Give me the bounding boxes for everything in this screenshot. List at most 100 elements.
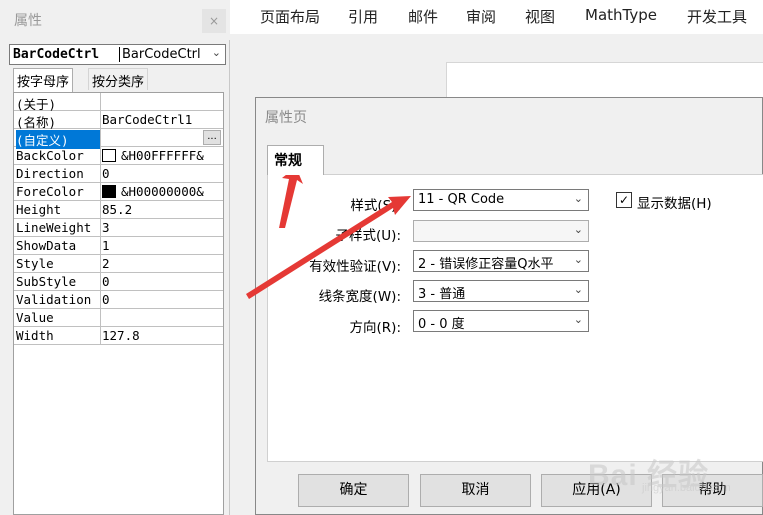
style-value: 11 - QR Code	[418, 192, 505, 207]
property-name: Value	[16, 310, 54, 325]
property-value[interactable]: &H00FFFFFF&	[121, 148, 239, 163]
lineweight-label: 线条宽度(W):	[318, 289, 401, 305]
column-divider	[100, 201, 101, 219]
direction-dropdown[interactable]: 0 - 0 度 ⌄	[413, 310, 589, 332]
property-value[interactable]: 2	[102, 256, 220, 271]
baidu-watermark: Bai 经验 jingyan.baidu.com	[588, 440, 758, 500]
object-type: BarCodeCtrl	[122, 47, 201, 62]
property-value[interactable]: 3	[102, 220, 220, 235]
property-row[interactable]: LineWeight 3	[14, 219, 223, 237]
property-value[interactable]: 0	[102, 274, 220, 289]
checkmark-icon: ✓	[618, 193, 630, 207]
property-value[interactable]: BarCodeCtrl1	[102, 112, 220, 127]
property-grid: (关于) (名称) BarCodeCtrl1 (自定义)... BackColor &H0…	[13, 92, 224, 515]
cancel-button[interactable]: 取消	[420, 474, 531, 507]
property-row[interactable]: Width 127.8	[14, 327, 223, 345]
ribbon-tab-review[interactable]: 审阅	[466, 6, 496, 27]
lineweight-value: 3 - 普通	[418, 287, 466, 302]
show-data-label: 显示数据(H)	[637, 196, 712, 212]
ribbon-tab-references[interactable]: 引用	[348, 6, 378, 27]
property-name: Validation	[16, 292, 92, 307]
substyle-dropdown[interactable]: ⌄	[413, 220, 589, 242]
property-value[interactable]: &H00000000&	[121, 184, 239, 199]
column-divider	[100, 309, 101, 327]
property-row[interactable]: SubStyle 0	[14, 273, 223, 291]
column-divider	[100, 291, 101, 309]
properties-panel: 属性 × BarCodeCtrl BarCodeCtrl ⌄ 按字母序 按分类序…	[0, 0, 230, 515]
property-name: BackColor	[16, 148, 84, 163]
column-divider	[100, 111, 101, 129]
property-row[interactable]: Direction 0	[14, 165, 223, 183]
property-row[interactable]: ShowData 1	[14, 237, 223, 255]
tab-general[interactable]: 常规	[267, 145, 324, 175]
property-name: SubStyle	[16, 274, 77, 289]
object-separator	[119, 47, 120, 62]
substyle-label: 子样式(U):	[335, 228, 401, 244]
chevron-down-icon: ⌄	[573, 192, 583, 205]
properties-titlebar: 属性 ×	[0, 0, 230, 40]
property-row[interactable]: ForeColor &H00000000&	[14, 183, 223, 201]
chevron-down-icon: ⌄	[573, 253, 583, 266]
column-divider	[100, 327, 101, 345]
ok-button[interactable]: 确定	[298, 474, 409, 507]
watermark-sub: jingyan.baidu.com	[642, 482, 731, 494]
dialog-title: 属性页	[265, 110, 307, 126]
property-row[interactable]: Value	[14, 309, 223, 327]
property-value[interactable]: 1	[102, 238, 220, 253]
color-swatch	[102, 149, 116, 162]
validation-label: 有效性验证(V):	[309, 259, 401, 275]
property-value[interactable]: 85.2	[102, 202, 220, 217]
column-divider	[100, 219, 101, 237]
chevron-down-icon: ⌄	[573, 283, 583, 296]
column-divider	[100, 147, 101, 165]
column-divider	[100, 273, 101, 291]
property-row[interactable]: (名称) BarCodeCtrl1	[14, 111, 223, 130]
ellipsis-button[interactable]: ...	[203, 130, 221, 145]
ribbon-tab-mailings[interactable]: 邮件	[408, 6, 438, 27]
tab-alphabetic[interactable]: 按字母序	[13, 68, 74, 92]
property-value[interactable]: 127.8	[102, 328, 220, 343]
property-row[interactable]: Style 2	[14, 255, 223, 273]
properties-title: 属性	[14, 13, 42, 29]
property-name: LineWeight	[16, 220, 92, 235]
property-row[interactable]: Validation 0	[14, 291, 223, 309]
column-divider	[100, 237, 101, 255]
property-value[interactable]: 0	[102, 166, 220, 181]
object-selector[interactable]: BarCodeCtrl BarCodeCtrl ⌄	[9, 44, 226, 65]
property-row[interactable]: (关于)	[14, 93, 223, 112]
property-row[interactable]: BackColor &H00FFFFFF&	[14, 147, 223, 165]
chevron-down-icon: ⌄	[573, 313, 583, 326]
property-name: Direction	[16, 166, 84, 181]
ribbon-tab-mathtype[interactable]: MathType	[585, 6, 657, 24]
property-row[interactable]: Height 85.2	[14, 201, 223, 219]
ribbon-tab-page-layout[interactable]: 页面布局	[260, 6, 320, 27]
column-divider	[100, 183, 101, 201]
property-row[interactable]: (自定义)...	[14, 129, 223, 149]
property-name: Height	[16, 202, 62, 217]
column-divider	[100, 255, 101, 273]
color-swatch	[102, 185, 116, 198]
ribbon-tab-developer[interactable]: 开发工具	[687, 6, 747, 27]
ribbon-tab-bar: 页面布局 引用 邮件 审阅 视图 MathType 开发工具	[230, 0, 763, 34]
close-icon[interactable]: ×	[202, 9, 226, 33]
property-name: Style	[16, 256, 54, 271]
chevron-down-icon: ⌄	[573, 223, 583, 236]
tab-categorized[interactable]: 按分类序	[88, 68, 149, 90]
object-name: BarCodeCtrl	[13, 47, 100, 62]
show-data-checkbox[interactable]: ✓	[616, 192, 632, 208]
column-divider	[100, 129, 101, 147]
style-label: 样式(S):	[350, 198, 401, 214]
direction-label: 方向(R):	[349, 320, 401, 336]
chevron-down-icon: ⌄	[211, 46, 221, 59]
style-dropdown[interactable]: 11 - QR Code ⌄	[413, 189, 589, 211]
ribbon-tab-view[interactable]: 视图	[525, 6, 555, 27]
lineweight-dropdown[interactable]: 3 - 普通 ⌄	[413, 280, 589, 302]
column-divider	[100, 93, 101, 111]
property-name: ForeColor	[16, 184, 84, 199]
validation-dropdown[interactable]: 2 - 错误修正容量Q水平 ⌄	[413, 250, 589, 272]
property-name: ShowData	[16, 238, 77, 253]
property-value[interactable]: 0	[102, 292, 220, 307]
direction-value: 0 - 0 度	[418, 317, 465, 332]
validation-value: 2 - 错误修正容量Q水平	[418, 257, 554, 272]
property-name: Width	[16, 328, 54, 343]
